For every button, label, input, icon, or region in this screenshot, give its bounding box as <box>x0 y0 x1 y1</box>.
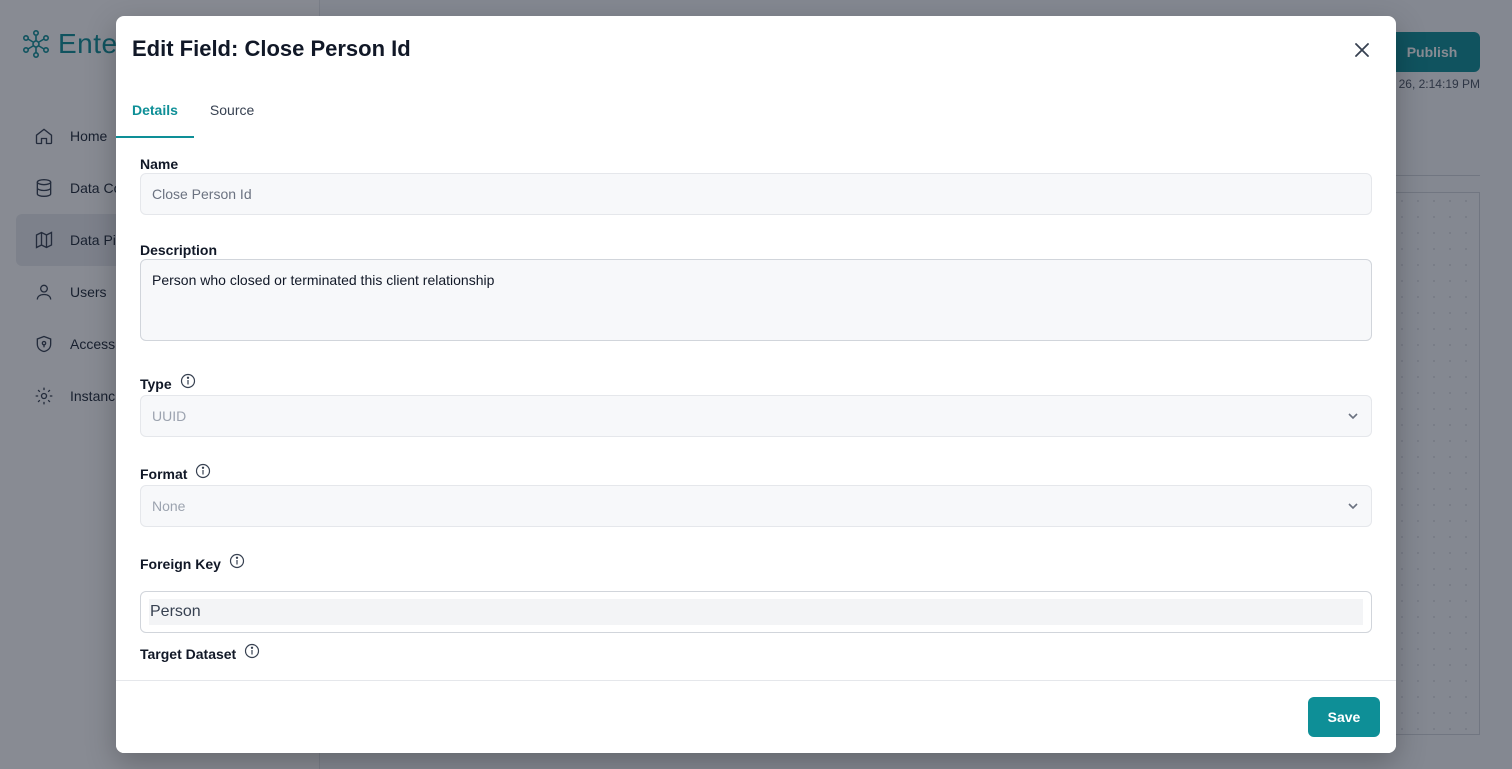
tab-source[interactable]: Source <box>194 94 270 138</box>
modal-footer: Save <box>116 680 1396 753</box>
target-dataset-label-text: Target Dataset <box>140 646 237 662</box>
format-label: Format <box>140 463 211 482</box>
description-field[interactable]: Person who closed or terminated this cli… <box>140 259 1372 341</box>
modal-body[interactable]: Name Close Person Id Description Person … <box>140 138 1372 680</box>
foreign-key-label-text: Foreign Key <box>140 556 221 572</box>
info-icon[interactable] <box>195 463 211 479</box>
tab-details[interactable]: Details <box>116 94 194 138</box>
close-button[interactable] <box>1350 38 1374 62</box>
edit-field-modal: Edit Field: Close Person Id Details Sour… <box>116 16 1396 753</box>
modal-tabs: Details Source <box>116 94 270 138</box>
type-label: Type <box>140 373 196 392</box>
name-field-value: Close Person Id <box>152 186 252 202</box>
info-icon[interactable] <box>180 373 196 389</box>
type-label-text: Type <box>140 376 172 392</box>
format-select[interactable]: None <box>140 485 1372 527</box>
info-icon[interactable] <box>244 643 260 659</box>
type-select[interactable]: UUID <box>140 395 1372 437</box>
description-label-text: Description <box>140 242 218 258</box>
target-dataset-label: Target Dataset <box>140 643 260 662</box>
name-field[interactable]: Close Person Id <box>140 173 1372 215</box>
chevron-down-icon <box>1348 413 1358 420</box>
info-icon[interactable] <box>229 553 245 569</box>
name-label-text: Name <box>140 156 179 172</box>
format-select-value: None <box>152 498 186 514</box>
foreign-key-label: Foreign Key <box>140 553 245 572</box>
foreign-key-value: Person <box>149 599 1363 625</box>
save-button[interactable]: Save <box>1308 697 1380 737</box>
description-label: Description <box>140 242 217 258</box>
description-field-value: Person who closed or terminated this cli… <box>152 272 495 288</box>
format-label-text: Format <box>140 466 188 482</box>
name-label: Name <box>140 156 178 172</box>
foreign-key-field[interactable]: Person <box>140 591 1372 633</box>
close-icon <box>1355 43 1369 57</box>
modal-title: Edit Field: Close Person Id <box>132 36 411 61</box>
chevron-down-icon <box>1348 503 1358 510</box>
type-select-value: UUID <box>152 408 187 424</box>
